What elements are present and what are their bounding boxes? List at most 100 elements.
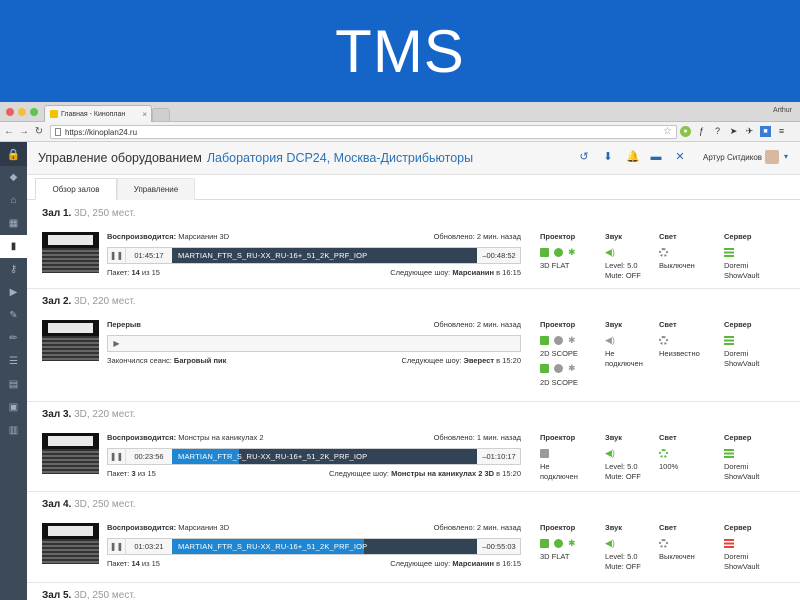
lamp-icon[interactable]: ✱ <box>568 335 577 345</box>
lamp-icon[interactable]: ✱ <box>568 364 577 373</box>
camera-icon[interactable] <box>540 448 549 458</box>
track-name: MARTIAN_FTR_S_RU-XX_RU-16+_51_2K_PRF_IOP <box>178 542 368 551</box>
progress-track[interactable]: MARTIAN_FTR_S_RU-XX_RU-16+_51_2K_PRF_IOP <box>172 248 477 263</box>
lamp-icon[interactable]: ✱ <box>568 247 577 257</box>
hall-card: Зал 1. 3D, 250 мест. Воспроизводится: Ма… <box>27 201 800 289</box>
forward-icon[interactable]: → <box>18 126 30 137</box>
sidebar-equipment-icon[interactable]: ▮ <box>0 235 27 258</box>
extension-green-icon[interactable]: ● <box>680 126 691 137</box>
minimize-window-button[interactable] <box>18 108 26 116</box>
close-tab-icon[interactable]: × <box>142 110 147 119</box>
extension-help-icon[interactable]: ? <box>712 126 723 137</box>
sidebar-list-icon[interactable]: ☰ <box>0 350 27 373</box>
server-list-icon[interactable] <box>724 448 734 458</box>
gear-icon[interactable] <box>659 335 668 345</box>
chat-icon[interactable]: ▬ <box>650 151 662 163</box>
next-show: Следующее шоу: Монстры на каникулах 2 3D… <box>327 469 521 478</box>
close-window-button[interactable] <box>6 108 14 116</box>
camera-icon[interactable] <box>540 247 549 257</box>
playback-bar: ❚❚ 00:23:56 MARTIAN_FTR_S_RU-XX_RU-16+_5… <box>107 448 521 465</box>
server-list-icon[interactable] <box>724 335 734 345</box>
maximize-window-button[interactable] <box>30 108 38 116</box>
avatar[interactable] <box>765 150 779 164</box>
next-time: в 15:20 <box>496 469 521 478</box>
gear-icon[interactable] <box>659 538 668 548</box>
camera-icon[interactable] <box>540 538 549 548</box>
speaker-icon[interactable]: ◀) <box>605 448 615 458</box>
progress-track[interactable]: MARTIAN_FTR_S_RU-XX_RU-16+_51_2K_PRF_IOP <box>172 449 477 464</box>
sidebar-video-icon[interactable]: ▶ <box>0 281 27 304</box>
server-list-icon[interactable] <box>724 247 734 257</box>
light-label: Свет <box>659 320 677 329</box>
hall-meta: 3D, 220 мест. <box>74 409 136 420</box>
sidebar-calendar-icon[interactable]: ▦ <box>0 212 27 235</box>
new-tab-button[interactable] <box>152 108 170 121</box>
sidebar-chart-icon[interactable]: ▥ <box>0 419 27 442</box>
server-label: Сервер <box>724 433 752 442</box>
wrench-icon[interactable]: ✕ <box>674 151 686 163</box>
progress-track[interactable]: MARTIAN_FTR_S_RU-XX_RU-16+_51_2K_PRF_IOP <box>172 539 477 554</box>
extension-formula-icon[interactable]: ƒ <box>696 126 707 137</box>
reel-icon[interactable] <box>554 538 563 548</box>
sidebar-briefcase-icon[interactable]: ▣ <box>0 396 27 419</box>
package-info: Пакет: 3 из 15 <box>107 469 156 478</box>
sidebar-pencil-icon[interactable]: ✏ <box>0 327 27 350</box>
elapsed-time: 01:45:17 <box>125 248 172 263</box>
organization-link[interactable]: Лаборатория DCP24, Москва-Дистрибьюторы <box>207 151 473 165</box>
reel-icon[interactable] <box>554 364 563 373</box>
extension-bird-icon[interactable]: ✈ <box>744 126 755 137</box>
playback-status: Воспроизводится: Марсианин 3D <box>107 232 229 241</box>
server-column: Сервер Doremi ShowVault <box>724 232 759 280</box>
speaker-icon[interactable]: ◀) <box>605 538 615 548</box>
reel-icon[interactable] <box>554 335 563 345</box>
sidebar-key-icon[interactable]: ⚷ <box>0 258 27 281</box>
page-icon <box>55 128 61 136</box>
extension-blue-icon[interactable]: ■ <box>760 126 771 137</box>
browser-menu-icon[interactable]: ≡ <box>776 126 787 137</box>
page-title: Управление оборудованием <box>38 151 202 165</box>
user-name[interactable]: Артур Ситдиков <box>703 153 762 162</box>
pause-button[interactable]: ❚❚ <box>108 248 125 263</box>
light-column: Свет Выключен <box>659 523 695 562</box>
next-time: в 16:15 <box>496 268 521 277</box>
pause-button[interactable]: ❚❚ <box>108 539 125 554</box>
sound-label: Звук <box>605 232 623 241</box>
camera-icon[interactable] <box>540 364 549 373</box>
projector-column: Проектор ✱ 2D SCOPE ✱ 2D SCOPE <box>540 320 578 387</box>
bell-icon[interactable]: 🔔 <box>626 151 640 163</box>
tab-control[interactable]: Управление <box>117 178 195 200</box>
history-icon[interactable]: ↺ <box>578 151 590 163</box>
browser-profile-name[interactable]: Arthur <box>773 107 792 114</box>
speaker-icon[interactable]: ◀) <box>605 247 615 257</box>
speaker-icon[interactable]: ◀) <box>605 335 615 345</box>
next-time: в 16:15 <box>496 559 521 568</box>
tab-overview[interactable]: Обзор залов <box>35 178 117 200</box>
play-button[interactable]: ▶ <box>108 336 125 351</box>
reload-icon[interactable]: ↻ <box>33 126 45 137</box>
light-label: Свет <box>659 523 677 532</box>
sidebar-home-icon[interactable]: ⌂ <box>0 189 27 212</box>
window-controls <box>6 108 38 116</box>
gear-icon[interactable] <box>659 448 668 458</box>
sidebar-graduation-icon[interactable]: ◆ <box>0 166 27 189</box>
gear-icon[interactable] <box>659 247 668 257</box>
camera-icon[interactable] <box>540 335 549 345</box>
hall-title: Зал 3. 3D, 220 мест. <box>42 409 136 420</box>
browser-tab[interactable]: Главная - Киноплан × <box>44 105 152 122</box>
download-icon[interactable]: ⬇ <box>602 151 614 163</box>
extension-cursor-icon[interactable]: ➤ <box>728 126 739 137</box>
lamp-icon[interactable]: ✱ <box>568 538 577 548</box>
reel-icon[interactable] <box>554 247 563 257</box>
sidebar-map-icon[interactable]: ▤ <box>0 373 27 396</box>
url-input[interactable]: https://kinoplan24.ru ☆ <box>50 125 677 139</box>
server-list-icon[interactable] <box>724 538 734 548</box>
pause-button[interactable]: ❚❚ <box>108 449 125 464</box>
bookmark-star-icon[interactable]: ☆ <box>663 126 672 137</box>
hall-title: Зал 5. 3D, 250 мест. <box>42 590 136 600</box>
sidebar-wrench-icon[interactable]: ✎ <box>0 304 27 327</box>
server-column: Сервер Doremi ShowVault <box>724 433 759 481</box>
back-icon[interactable]: ← <box>3 126 15 137</box>
chevron-down-icon[interactable]: ▾ <box>784 152 788 161</box>
package-of: из 15 <box>141 268 160 277</box>
lock-icon[interactable]: 🔒 <box>0 142 27 166</box>
